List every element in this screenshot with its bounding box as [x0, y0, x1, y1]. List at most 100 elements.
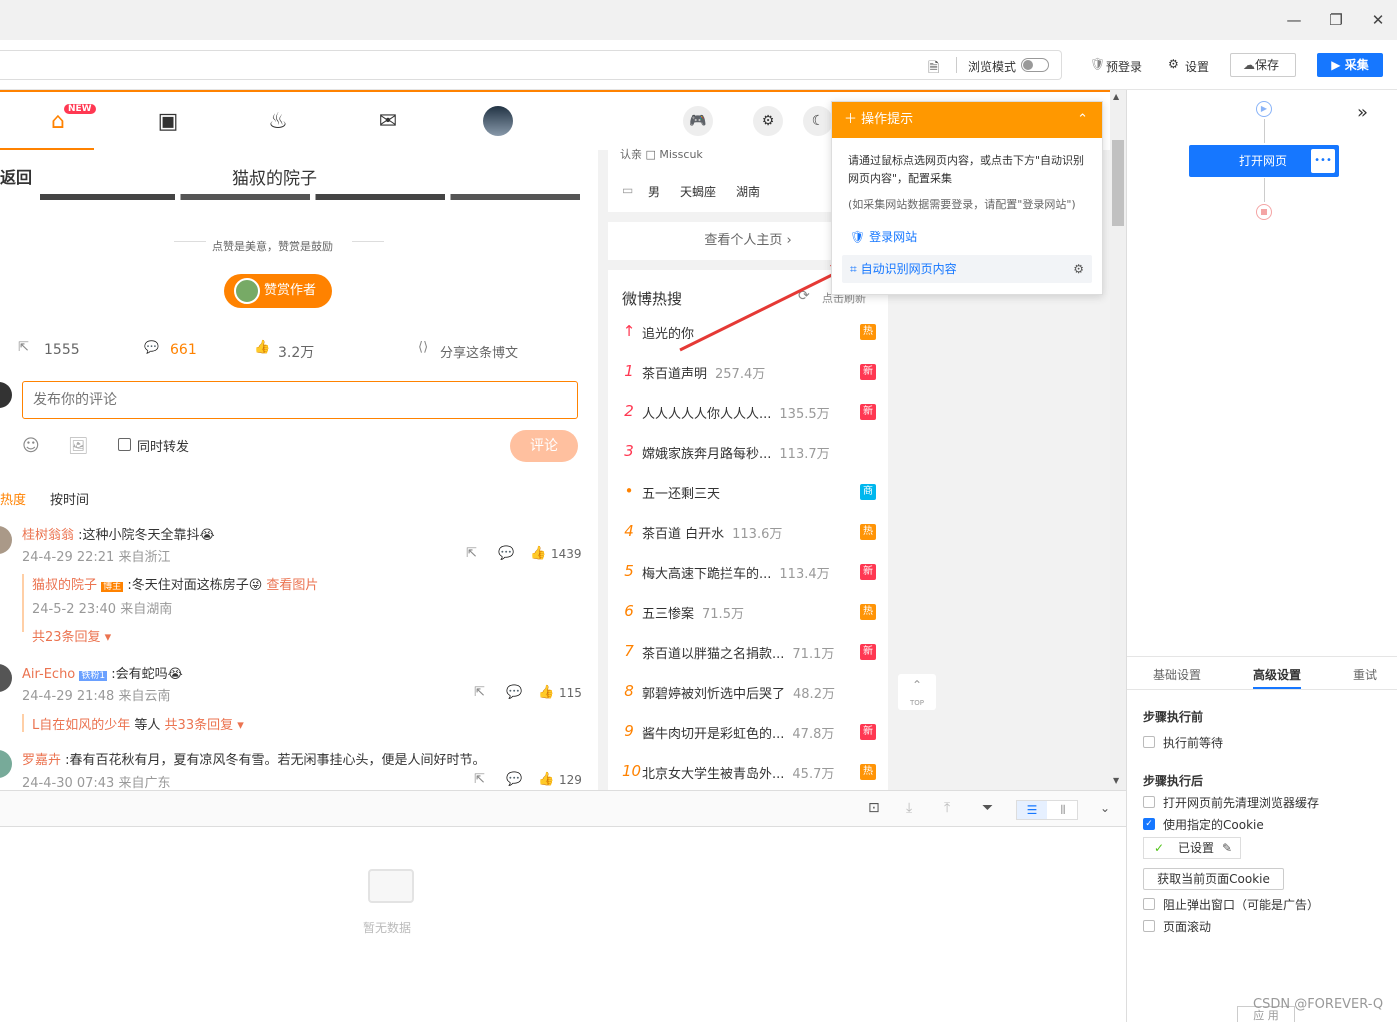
more-replies-link[interactable]: 共33条回复: [165, 718, 234, 733]
column-view-icon[interactable]: ⫴: [1048, 801, 1078, 819]
page-icon[interactable]: 🗎: [928, 57, 939, 81]
comment-icon[interactable]: 💬: [144, 340, 159, 354]
game-icon[interactable]: 🎮: [683, 106, 713, 136]
collect-button[interactable]: ▶ 采集: [1317, 53, 1383, 77]
tab-basic[interactable]: 基础设置: [1153, 666, 1201, 683]
scroll-up-icon[interactable]: ▲: [1113, 92, 1119, 101]
like-icon[interactable]: 👍: [538, 772, 554, 787]
emoji-icon[interactable]: ☺: [22, 436, 40, 456]
tip-header[interactable]: ＋ 操作提示 ⌃: [832, 102, 1102, 138]
comment-icon[interactable]: 💬: [498, 546, 514, 561]
hot-name[interactable]: 五三惨案 71.5万: [642, 603, 744, 622]
comment-icon[interactable]: 💬: [506, 772, 522, 787]
hot-name[interactable]: 茶百道 白开水 113.6万: [642, 523, 782, 542]
auto-detect-button[interactable]: ⌗ 自动识别网页内容 ⚙: [842, 255, 1092, 283]
hot-item[interactable]: 9 酱牛肉切开是彩虹色的... 47.8万 新: [622, 722, 876, 742]
get-cookie-button[interactable]: 获取当前页面Cookie: [1143, 868, 1284, 890]
image-icon[interactable]: 🖼: [68, 436, 88, 455]
like-icon[interactable]: 👍: [530, 546, 546, 561]
hot-name[interactable]: 酱牛肉切开是彩虹色的... 47.8万: [642, 723, 834, 742]
hot-item[interactable]: 7 茶百道以胖猫之名捐款... 71.1万 新: [622, 642, 876, 662]
filter-icon[interactable]: ⏷: [982, 800, 993, 816]
sort-time-tab[interactable]: 按时间: [50, 489, 89, 508]
login-site-button[interactable]: 🛡 登录网站: [842, 226, 1094, 248]
prelogin-button[interactable]: 预登录: [1106, 58, 1142, 75]
open-page-node[interactable]: 打开网页 •••: [1189, 145, 1339, 177]
comment-author[interactable]: 桂树翁翁: [22, 528, 74, 543]
tab-retry[interactable]: 重试: [1353, 666, 1377, 683]
video-icon[interactable]: ▣: [150, 104, 186, 140]
hot-item[interactable]: 8 郭碧婷被刘忻选中后哭了 48.2万: [622, 682, 876, 702]
clear-cache-checkbox[interactable]: [1143, 796, 1155, 808]
repost-checkbox[interactable]: [118, 438, 131, 451]
hot-name[interactable]: 茶百道声明 257.4万: [642, 363, 765, 382]
import-icon[interactable]: ⤓: [906, 800, 912, 816]
like-count[interactable]: 3.2万: [278, 342, 314, 362]
gear-icon[interactable]: ⚙: [1073, 255, 1084, 283]
sort-hot-tab[interactable]: 热度: [0, 489, 26, 508]
hot-name[interactable]: 北京女大学生被青岛外... 45.7万: [642, 763, 834, 782]
share-icon[interactable]: ⟨⟩: [418, 340, 428, 355]
settings-button[interactable]: 设置: [1185, 58, 1209, 75]
hot-item[interactable]: 4 茶百道 白开水 113.6万 热: [622, 522, 876, 542]
restore-button[interactable]: ❐: [1322, 8, 1350, 32]
comment-icon[interactable]: 💬: [506, 685, 522, 700]
expand-icon[interactable]: »: [1357, 102, 1368, 123]
viewport-scrollbar[interactable]: ▲ ▼: [1110, 90, 1126, 790]
hot-name[interactable]: 梅大高速下跪拦车的... 113.4万: [642, 563, 830, 582]
gear-icon[interactable]: ⚙: [753, 106, 783, 136]
tab-advanced[interactable]: 高级设置: [1253, 666, 1301, 683]
browse-mode-toggle[interactable]: [1021, 58, 1049, 72]
view-image-link[interactable]: 查看图片: [266, 578, 318, 593]
reply-author[interactable]: 猫叔的院子: [32, 578, 97, 593]
hot-icon[interactable]: ♨: [260, 104, 296, 140]
hot-item[interactable]: 6 五三惨案 71.5万 热: [622, 602, 876, 622]
repost-icon[interactable]: ⇱: [474, 772, 485, 787]
repost-icon[interactable]: ⇱: [18, 340, 29, 355]
comment-count[interactable]: 661: [170, 342, 197, 358]
hot-name[interactable]: 嫦娥家族奔月路每秒... 113.7万: [642, 443, 830, 462]
hot-item[interactable]: 10 北京女大学生被青岛外... 45.7万 热: [622, 762, 876, 782]
scroll-checkbox[interactable]: [1143, 920, 1155, 932]
close-button[interactable]: ✕: [1364, 8, 1392, 32]
like-icon[interactable]: 👍: [538, 685, 554, 700]
like-icon[interactable]: 👍: [254, 340, 270, 355]
hot-item[interactable]: 2 人人人人人你人人人... 135.5万 新: [622, 402, 876, 422]
mail-icon[interactable]: ✉: [370, 104, 406, 140]
back-button[interactable]: 返回: [0, 164, 32, 188]
reply-summary[interactable]: L自在如风的少年 等人 共33条回复 ▾: [32, 714, 244, 733]
collapse-icon[interactable]: ⌃: [1077, 102, 1088, 138]
save-button[interactable]: ☁ 保存: [1230, 53, 1296, 77]
comment-author[interactable]: 罗嘉卉: [22, 753, 61, 768]
submit-comment-button[interactable]: 评论: [510, 430, 578, 462]
moon-icon[interactable]: ☾: [803, 106, 833, 136]
hot-item[interactable]: • 五一还剩三天 商: [622, 482, 876, 502]
repost-icon[interactable]: ⇱: [466, 546, 477, 561]
wait-checkbox[interactable]: [1143, 736, 1155, 748]
hot-item[interactable]: 3 嫦娥家族奔月路每秒... 113.7万: [622, 442, 876, 462]
address-bar[interactable]: 🗎 浏览模式: [0, 50, 1062, 80]
reply-author[interactable]: L自在如风的少年: [32, 718, 130, 733]
edit-icon[interactable]: ✎: [1222, 838, 1232, 858]
hot-item[interactable]: 5 梅大高速下跪拦车的... 113.4万 新: [622, 562, 876, 582]
comment-input[interactable]: [22, 381, 578, 419]
hot-item[interactable]: 1 茶百道声明 257.4万 新: [622, 362, 876, 382]
list-view-icon[interactable]: ☰: [1017, 801, 1047, 819]
export-icon[interactable]: ⤒: [944, 800, 950, 816]
use-cookie-checkbox[interactable]: ✓: [1143, 818, 1155, 830]
share-button[interactable]: 分享这条博文: [440, 342, 518, 361]
hot-name[interactable]: 五一还剩三天: [642, 483, 720, 502]
node-more-button[interactable]: •••: [1311, 149, 1335, 173]
reward-button[interactable]: 赞赏作者: [224, 274, 332, 308]
repost-count[interactable]: 1555: [44, 342, 80, 358]
repost-icon[interactable]: ⇱: [474, 685, 485, 700]
cookie-status[interactable]: ✓ 已设置 ✎: [1143, 837, 1241, 859]
hot-name[interactable]: 人人人人人你人人人... 135.5万: [642, 403, 830, 422]
block-popup-checkbox[interactable]: [1143, 898, 1155, 910]
collapse-panel-icon[interactable]: ⌄: [1100, 801, 1110, 815]
avatar[interactable]: [483, 106, 513, 136]
comment-author[interactable]: Air-Echo: [22, 667, 75, 682]
back-to-top-button[interactable]: ⌃ TOP: [898, 674, 936, 710]
hot-name[interactable]: 郭碧婷被刘忻选中后哭了 48.2万: [642, 683, 835, 702]
add-field-icon[interactable]: ⊡: [868, 800, 880, 816]
